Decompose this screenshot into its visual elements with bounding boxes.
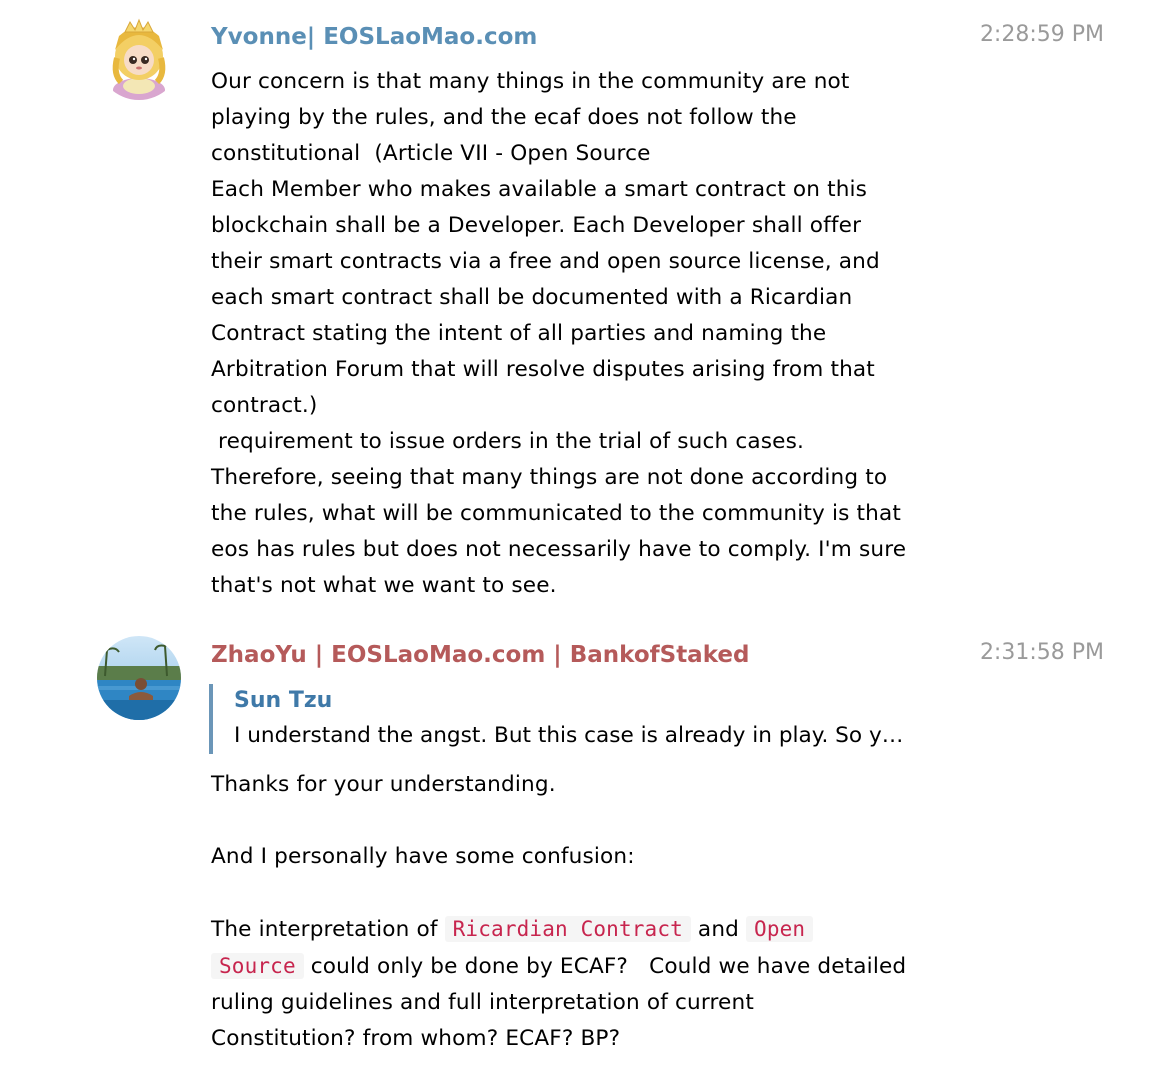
text-line: blockchain shall be a Developer. Each De… [211,213,862,238]
text-segment: could only be done by ECAF? Could we hav… [303,954,907,979]
text-segment: and [690,917,747,942]
text-line: playing by the rules, and the ecaf does … [211,105,797,130]
text-line: ruling guidelines and full interpretatio… [211,990,754,1015]
timestamp: 2:31:58 PM [979,640,1104,665]
text-line: Arbitration Forum that will resolve disp… [211,357,875,382]
text-line: requirement to issue orders in the trial… [211,429,805,454]
sender-name[interactable]: Yvonne| EOSLaoMao.com [211,22,537,52]
text-line: the rules, what will be communicated to … [211,501,901,526]
message-text: Our concern is that many things in the c… [211,64,971,604]
text-line: Source could only be done by ECAF? Could… [211,948,971,985]
text-line: Thanks for your understanding. [211,772,556,797]
text-line: that's not what we want to see. [211,573,557,598]
text-line: constitutional (Article VII - Open Sourc… [211,141,651,166]
inline-code: Open [746,916,814,942]
text-line: The interpretation of Ricardian Contract… [211,911,971,948]
text-line: eos has rules but does not necessarily h… [211,537,907,562]
avatar[interactable] [97,16,181,100]
avatar[interactable] [97,636,181,720]
text-line: Therefore, seeing that many things are n… [211,465,888,490]
photo-avatar-icon [97,636,181,720]
text-segment: The interpretation of [211,917,445,942]
text-line: Each Member who makes available a smart … [211,177,868,202]
text-line: each smart contract shall be documented … [211,285,853,310]
text-line: their smart contracts via a free and ope… [211,249,880,274]
sender-name[interactable]: ZhaoYu | EOSLaoMao.com | BankofStaked [211,640,749,670]
text-line: Contract stating the intent of all parti… [211,321,827,346]
text-line: And I personally have some confusion: [211,844,635,869]
text-line: contract.) [211,393,318,418]
reply-quote[interactable]: Sun Tzu I understand the angst. But this… [209,684,994,754]
inline-code: Source [211,953,304,979]
text-line: Constitution? from whom? ECAF? BP? [211,1026,621,1051]
cartoon-princess-avatar-icon [97,16,181,100]
reply-text: I understand the angst. But this case is… [234,723,904,748]
timestamp: 2:28:59 PM [979,22,1104,47]
reply-author: Sun Tzu [234,688,333,713]
text-line: Our concern is that many things in the c… [211,69,850,94]
inline-code: Ricardian Contract [444,916,691,942]
message-text: Thanks for your understanding. And I per… [211,767,971,1057]
